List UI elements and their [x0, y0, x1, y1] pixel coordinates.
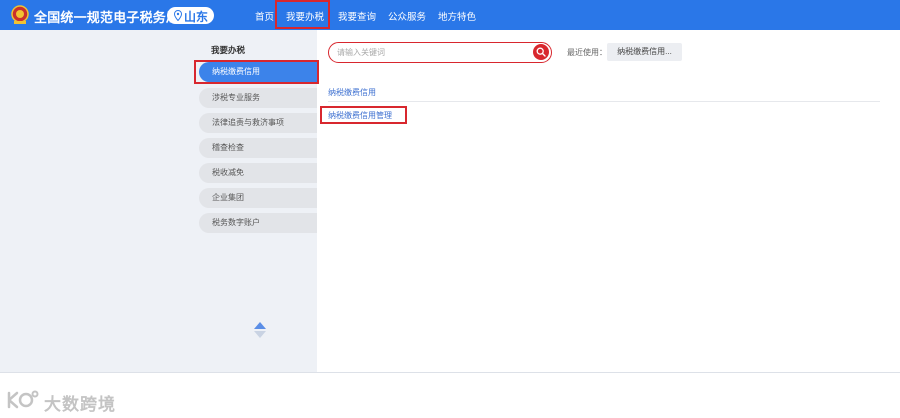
sidebar-item-digital-account[interactable]: 税务数字账户 [199, 213, 317, 233]
sidebar-item-inspection[interactable]: 稽查检查 [199, 138, 317, 158]
service-highlight-frame [320, 106, 407, 124]
search-input[interactable] [337, 45, 527, 60]
top-header: 全国统一规范电子税务局 山东 首页 我要办税 我要查询 公众服务 地方特色 [0, 0, 900, 30]
search-box [328, 42, 552, 63]
nav-public-service[interactable]: 公众服务 [388, 9, 426, 23]
region-switcher[interactable]: 山东 [167, 7, 214, 24]
search-icon [536, 47, 546, 57]
sidebar-item-legal-remedy[interactable]: 法律追责与救济事项 [199, 113, 317, 133]
watermark-text: 大数跨境 [44, 395, 116, 414]
nav-highlight-frame [275, 0, 330, 29]
sidebar-title: 我要办税 [211, 45, 246, 55]
sidebar-highlight-frame [194, 60, 319, 84]
nav-home[interactable]: 首页 [255, 9, 274, 23]
sidebar-item-professional-service[interactable]: 涉税专业服务 [199, 88, 317, 108]
recent-label: 最近使用： [567, 48, 607, 57]
tax-emblem-icon[interactable] [11, 5, 29, 25]
region-name: 山东 [184, 10, 209, 24]
sidebar-item-tax-relief[interactable]: 税收减免 [199, 163, 317, 183]
location-pin-icon [174, 10, 182, 21]
watermark-logo-icon [7, 390, 39, 409]
section-title: 纳税缴费信用 [328, 88, 376, 97]
sidebar-item-enterprise-group[interactable]: 企业集团 [199, 188, 317, 208]
page-bottom-divider [0, 372, 900, 373]
site-title[interactable]: 全国统一规范电子税务局 [34, 7, 179, 26]
nav-query[interactable]: 我要查询 [338, 9, 376, 23]
recent-item[interactable]: 纳税缴费信用... [607, 43, 682, 61]
search-button[interactable] [533, 44, 549, 60]
nav-local-features[interactable]: 地方特色 [438, 9, 476, 23]
section-divider [328, 101, 880, 102]
scroll-up-down-icon[interactable] [253, 321, 267, 339]
